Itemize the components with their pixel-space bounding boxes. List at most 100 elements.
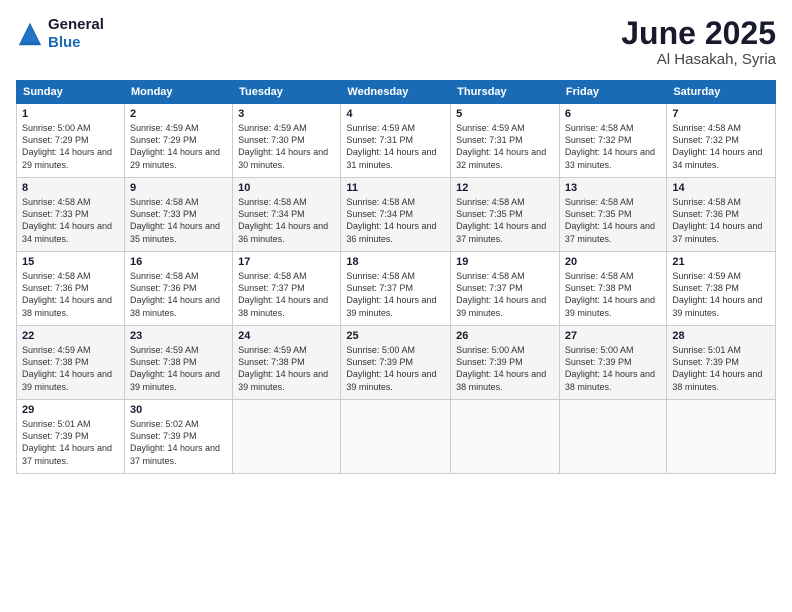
day-cell: 10 Sunrise: 4:58 AM Sunset: 7:34 PM Dayl… xyxy=(233,178,341,252)
day-number: 4 xyxy=(346,108,445,120)
day-cell: 9 Sunrise: 4:58 AM Sunset: 7:33 PM Dayli… xyxy=(124,178,232,252)
day-cell: 25 Sunrise: 5:00 AM Sunset: 7:39 PM Dayl… xyxy=(341,326,451,400)
day-number: 20 xyxy=(565,256,661,268)
day-cell: 16 Sunrise: 4:58 AM Sunset: 7:36 PM Dayl… xyxy=(124,252,232,326)
week-row-1: 1 Sunrise: 5:00 AM Sunset: 7:29 PM Dayli… xyxy=(17,104,776,178)
week-row-3: 15 Sunrise: 4:58 AM Sunset: 7:36 PM Dayl… xyxy=(17,252,776,326)
header: General Blue June 2025 Al Hasakah, Syria xyxy=(16,16,776,68)
header-saturday: Saturday xyxy=(667,81,776,104)
day-number: 15 xyxy=(22,256,119,268)
day-cell: 3 Sunrise: 4:59 AM Sunset: 7:30 PM Dayli… xyxy=(233,104,341,178)
location: Al Hasakah, Syria xyxy=(621,51,776,68)
day-info: Sunrise: 4:59 AM Sunset: 7:38 PM Dayligh… xyxy=(238,344,335,393)
month-title: June 2025 xyxy=(621,16,776,51)
calendar-table: SundayMondayTuesdayWednesdayThursdayFrid… xyxy=(16,80,776,474)
day-cell: 11 Sunrise: 4:58 AM Sunset: 7:34 PM Dayl… xyxy=(341,178,451,252)
day-cell xyxy=(559,400,666,474)
day-number: 10 xyxy=(238,182,335,194)
logo-text: General Blue xyxy=(48,16,104,52)
day-cell: 21 Sunrise: 4:59 AM Sunset: 7:38 PM Dayl… xyxy=(667,252,776,326)
day-info: Sunrise: 4:59 AM Sunset: 7:38 PM Dayligh… xyxy=(672,270,770,319)
day-info: Sunrise: 5:01 AM Sunset: 7:39 PM Dayligh… xyxy=(22,418,119,467)
day-cell: 1 Sunrise: 5:00 AM Sunset: 7:29 PM Dayli… xyxy=(17,104,125,178)
day-cell: 28 Sunrise: 5:01 AM Sunset: 7:39 PM Dayl… xyxy=(667,326,776,400)
day-cell: 26 Sunrise: 5:00 AM Sunset: 7:39 PM Dayl… xyxy=(451,326,560,400)
week-row-4: 22 Sunrise: 4:59 AM Sunset: 7:38 PM Dayl… xyxy=(17,326,776,400)
logo: General Blue xyxy=(16,16,104,52)
logo-icon xyxy=(16,20,44,48)
day-info: Sunrise: 4:58 AM Sunset: 7:36 PM Dayligh… xyxy=(22,270,119,319)
day-cell: 17 Sunrise: 4:58 AM Sunset: 7:37 PM Dayl… xyxy=(233,252,341,326)
day-cell: 15 Sunrise: 4:58 AM Sunset: 7:36 PM Dayl… xyxy=(17,252,125,326)
day-number: 28 xyxy=(672,330,770,342)
day-info: Sunrise: 4:58 AM Sunset: 7:37 PM Dayligh… xyxy=(456,270,554,319)
day-info: Sunrise: 4:59 AM Sunset: 7:31 PM Dayligh… xyxy=(456,122,554,171)
day-number: 26 xyxy=(456,330,554,342)
day-cell: 12 Sunrise: 4:58 AM Sunset: 7:35 PM Dayl… xyxy=(451,178,560,252)
day-info: Sunrise: 5:00 AM Sunset: 7:39 PM Dayligh… xyxy=(565,344,661,393)
day-info: Sunrise: 4:58 AM Sunset: 7:34 PM Dayligh… xyxy=(346,196,445,245)
day-info: Sunrise: 4:58 AM Sunset: 7:35 PM Dayligh… xyxy=(456,196,554,245)
day-info: Sunrise: 4:58 AM Sunset: 7:37 PM Dayligh… xyxy=(346,270,445,319)
day-cell: 13 Sunrise: 4:58 AM Sunset: 7:35 PM Dayl… xyxy=(559,178,666,252)
header-row: SundayMondayTuesdayWednesdayThursdayFrid… xyxy=(17,81,776,104)
day-cell: 20 Sunrise: 4:58 AM Sunset: 7:38 PM Dayl… xyxy=(559,252,666,326)
day-info: Sunrise: 4:58 AM Sunset: 7:33 PM Dayligh… xyxy=(130,196,227,245)
day-info: Sunrise: 5:02 AM Sunset: 7:39 PM Dayligh… xyxy=(130,418,227,467)
day-info: Sunrise: 4:59 AM Sunset: 7:31 PM Dayligh… xyxy=(346,122,445,171)
day-number: 7 xyxy=(672,108,770,120)
day-cell: 2 Sunrise: 4:59 AM Sunset: 7:29 PM Dayli… xyxy=(124,104,232,178)
day-number: 24 xyxy=(238,330,335,342)
day-number: 17 xyxy=(238,256,335,268)
day-cell: 22 Sunrise: 4:59 AM Sunset: 7:38 PM Dayl… xyxy=(17,326,125,400)
page: General Blue June 2025 Al Hasakah, Syria… xyxy=(0,0,792,612)
day-info: Sunrise: 5:00 AM Sunset: 7:39 PM Dayligh… xyxy=(456,344,554,393)
day-number: 11 xyxy=(346,182,445,194)
day-info: Sunrise: 4:59 AM Sunset: 7:29 PM Dayligh… xyxy=(130,122,227,171)
day-number: 22 xyxy=(22,330,119,342)
header-wednesday: Wednesday xyxy=(341,81,451,104)
header-friday: Friday xyxy=(559,81,666,104)
day-number: 18 xyxy=(346,256,445,268)
day-info: Sunrise: 4:58 AM Sunset: 7:33 PM Dayligh… xyxy=(22,196,119,245)
day-cell: 30 Sunrise: 5:02 AM Sunset: 7:39 PM Dayl… xyxy=(124,400,232,474)
day-cell: 29 Sunrise: 5:01 AM Sunset: 7:39 PM Dayl… xyxy=(17,400,125,474)
day-info: Sunrise: 4:58 AM Sunset: 7:38 PM Dayligh… xyxy=(565,270,661,319)
day-cell: 19 Sunrise: 4:58 AM Sunset: 7:37 PM Dayl… xyxy=(451,252,560,326)
day-number: 3 xyxy=(238,108,335,120)
day-cell: 7 Sunrise: 4:58 AM Sunset: 7:32 PM Dayli… xyxy=(667,104,776,178)
day-number: 21 xyxy=(672,256,770,268)
day-cell: 6 Sunrise: 4:58 AM Sunset: 7:32 PM Dayli… xyxy=(559,104,666,178)
day-cell: 4 Sunrise: 4:59 AM Sunset: 7:31 PM Dayli… xyxy=(341,104,451,178)
day-number: 23 xyxy=(130,330,227,342)
day-cell: 5 Sunrise: 4:59 AM Sunset: 7:31 PM Dayli… xyxy=(451,104,560,178)
header-tuesday: Tuesday xyxy=(233,81,341,104)
day-number: 29 xyxy=(22,404,119,416)
week-row-5: 29 Sunrise: 5:01 AM Sunset: 7:39 PM Dayl… xyxy=(17,400,776,474)
day-info: Sunrise: 4:59 AM Sunset: 7:30 PM Dayligh… xyxy=(238,122,335,171)
day-number: 13 xyxy=(565,182,661,194)
day-cell: 14 Sunrise: 4:58 AM Sunset: 7:36 PM Dayl… xyxy=(667,178,776,252)
day-cell: 23 Sunrise: 4:59 AM Sunset: 7:38 PM Dayl… xyxy=(124,326,232,400)
day-info: Sunrise: 4:58 AM Sunset: 7:36 PM Dayligh… xyxy=(672,196,770,245)
week-row-2: 8 Sunrise: 4:58 AM Sunset: 7:33 PM Dayli… xyxy=(17,178,776,252)
day-info: Sunrise: 4:58 AM Sunset: 7:35 PM Dayligh… xyxy=(565,196,661,245)
day-cell xyxy=(341,400,451,474)
day-number: 14 xyxy=(672,182,770,194)
day-cell: 24 Sunrise: 4:59 AM Sunset: 7:38 PM Dayl… xyxy=(233,326,341,400)
day-info: Sunrise: 4:58 AM Sunset: 7:32 PM Dayligh… xyxy=(565,122,661,171)
day-cell xyxy=(451,400,560,474)
day-info: Sunrise: 4:58 AM Sunset: 7:36 PM Dayligh… xyxy=(130,270,227,319)
day-number: 12 xyxy=(456,182,554,194)
day-number: 5 xyxy=(456,108,554,120)
day-number: 27 xyxy=(565,330,661,342)
day-number: 9 xyxy=(130,182,227,194)
day-number: 1 xyxy=(22,108,119,120)
day-cell xyxy=(233,400,341,474)
day-cell: 18 Sunrise: 4:58 AM Sunset: 7:37 PM Dayl… xyxy=(341,252,451,326)
day-info: Sunrise: 4:59 AM Sunset: 7:38 PM Dayligh… xyxy=(22,344,119,393)
day-number: 25 xyxy=(346,330,445,342)
day-cell: 27 Sunrise: 5:00 AM Sunset: 7:39 PM Dayl… xyxy=(559,326,666,400)
day-cell: 8 Sunrise: 4:58 AM Sunset: 7:33 PM Dayli… xyxy=(17,178,125,252)
title-block: June 2025 Al Hasakah, Syria xyxy=(621,16,776,68)
